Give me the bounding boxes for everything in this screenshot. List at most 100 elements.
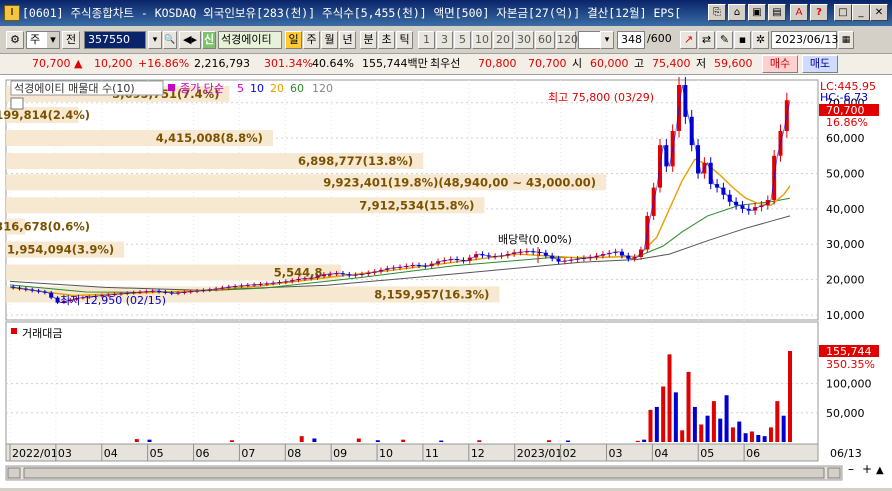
settings-icon[interactable]: ⚙ — [6, 31, 24, 49]
low-annotation: 최저 12,950 (02/15) — [60, 294, 166, 307]
date-tick-label: 2022/01 — [12, 447, 58, 460]
price-chart[interactable]: 3,695,751(7.4%)1,199,814(2.4%)4,415,008(… — [0, 75, 892, 488]
compare-icon[interactable]: ⇄ — [698, 31, 715, 49]
interval-3[interactable]: 3 — [436, 31, 453, 49]
date-input[interactable]: 2023/06/13 — [771, 31, 838, 49]
gear-icon[interactable]: ✲ — [752, 31, 769, 49]
volume-bar-down — [781, 415, 786, 442]
buy-button[interactable]: 매수 — [762, 55, 798, 73]
volume-profile-label: 1,199,814(2.4%) — [0, 108, 90, 122]
save-icon[interactable]: ▪ — [734, 31, 751, 49]
calendar-icon[interactable]: ▦ — [838, 31, 854, 49]
volume-bar-up — [749, 431, 754, 442]
help-button[interactable]: ? — [810, 4, 828, 21]
stock-name: 석경에이티 — [218, 31, 282, 49]
volume-panel-title: 거래대금 — [22, 327, 62, 340]
open-label: 시 — [572, 57, 583, 70]
volume-bar-up — [680, 430, 685, 442]
volume-bar-down — [718, 418, 723, 442]
zoom-out-button[interactable]: – — [848, 462, 854, 476]
close-button[interactable]: ✕ — [870, 4, 888, 21]
window-titlebar: I [0601] 주식종합차트 - KOSDAQ 외국인보유[283(천)] 주… — [0, 0, 892, 26]
note-icon[interactable]: ▤ — [768, 4, 786, 21]
scroll-up-button[interactable]: ▲ — [876, 465, 884, 476]
trend-icon[interactable]: ↗ — [680, 31, 697, 49]
scroll-thumb[interactable] — [23, 467, 825, 479]
date-tick-label: 02 — [563, 447, 577, 460]
volume-bar-down — [705, 415, 710, 442]
volume-bar-up — [356, 438, 361, 442]
interval-5[interactable]: 5 — [454, 31, 471, 49]
interval-20[interactable]: 20 — [493, 31, 513, 49]
interval-120[interactable]: 120 — [556, 31, 578, 49]
draw-icon[interactable]: ✎ — [716, 31, 733, 49]
volume-bar-down — [724, 395, 729, 442]
home-icon[interactable]: ⌂ — [728, 4, 746, 21]
volume-bar-up — [711, 401, 716, 442]
volume-tick-label: 50,000 — [826, 407, 865, 420]
price-change: 10,200 — [94, 57, 133, 70]
screen-icon[interactable]: ▣ — [748, 4, 766, 21]
bar-count-input[interactable]: 348 — [617, 31, 645, 49]
volume-bar-down — [642, 439, 647, 442]
period-second[interactable]: 초 — [378, 31, 395, 49]
high-label: 고 — [634, 57, 645, 70]
interval-1[interactable]: 1 — [418, 31, 435, 49]
code-search-icon[interactable]: 🔍 — [163, 31, 177, 49]
price-tick-label: 50,000 — [826, 167, 865, 180]
stock-code-input[interactable]: 357550 — [84, 31, 146, 49]
volume-bar-down — [673, 392, 678, 442]
prev-button[interactable]: 전 — [62, 31, 80, 49]
interval-dropdown-icon[interactable]: ▾ — [600, 31, 614, 49]
x-axis-end-date: 06/13 — [830, 447, 862, 460]
zoom-in-button[interactable]: + — [862, 462, 872, 476]
date-tick-label: 09 — [333, 447, 347, 460]
last-volume-pct: 350.35% — [826, 358, 875, 371]
link-icon[interactable]: ⎘ — [708, 4, 726, 21]
volume-bar-up — [686, 371, 691, 442]
date-tick-label: 03 — [608, 447, 622, 460]
volume-bar-up — [477, 440, 482, 442]
period-select[interactable]: 주 ▾ — [26, 31, 60, 49]
trade-amount: 155,744백만 — [362, 57, 428, 70]
period-tick[interactable]: 틱 — [396, 31, 413, 49]
ma60-legend: 60 — [290, 82, 304, 95]
last-pct-label: 16.86% — [826, 116, 868, 129]
dividend-annotation: 배당락(0.00%) — [498, 233, 572, 246]
low-price: 59,600 — [714, 57, 753, 70]
best-ask-label: 최우선 — [430, 57, 461, 70]
volume-bar-up — [788, 351, 792, 442]
period-minute[interactable]: 분 — [360, 31, 377, 49]
restore-button[interactable]: □ — [834, 4, 852, 21]
pdf-icon[interactable]: A — [790, 4, 808, 21]
grid-toggle-icon[interactable] — [10, 97, 24, 110]
interval-10[interactable]: 10 — [472, 31, 492, 49]
volume-bar-up — [775, 401, 780, 442]
volume-profile-label: 1,954,094(3.9%) — [7, 243, 114, 257]
scroll-left-button[interactable] — [7, 467, 21, 479]
period-day[interactable]: 일 — [285, 31, 302, 49]
period-year[interactable]: 년 — [339, 31, 356, 49]
price-tick-label: 20,000 — [826, 274, 865, 287]
low-label: 저 — [696, 57, 707, 70]
volume-bar-down — [375, 440, 380, 442]
ma10-legend: 10 — [250, 82, 264, 95]
code-dropdown-icon[interactable]: ▾ — [148, 31, 162, 49]
volume-bar-down — [743, 433, 748, 442]
scroll-right-button[interactable] — [827, 467, 841, 479]
volume-bar-up — [299, 436, 304, 442]
up-arrow-icon: ▲ — [74, 57, 83, 70]
period-month[interactable]: 월 — [321, 31, 338, 49]
chart-area[interactable]: 3,695,751(7.4%)1,199,814(2.4%)4,415,008(… — [0, 75, 892, 488]
interval-30[interactable]: 30 — [514, 31, 534, 49]
date-tick-label: 06 — [746, 447, 760, 460]
date-tick-label: 04 — [654, 447, 668, 460]
minimize-button[interactable]: _ — [852, 4, 870, 21]
interval-60[interactable]: 60 — [535, 31, 555, 49]
date-tick-label: 2023/01 — [517, 447, 563, 460]
volume-bar-up — [768, 427, 773, 442]
sell-button[interactable]: 매도 — [802, 55, 838, 73]
period-week[interactable]: 주 — [303, 31, 320, 49]
ma20-legend: 20 — [270, 82, 284, 95]
speaker-icon[interactable]: ◀▸ — [179, 31, 201, 49]
